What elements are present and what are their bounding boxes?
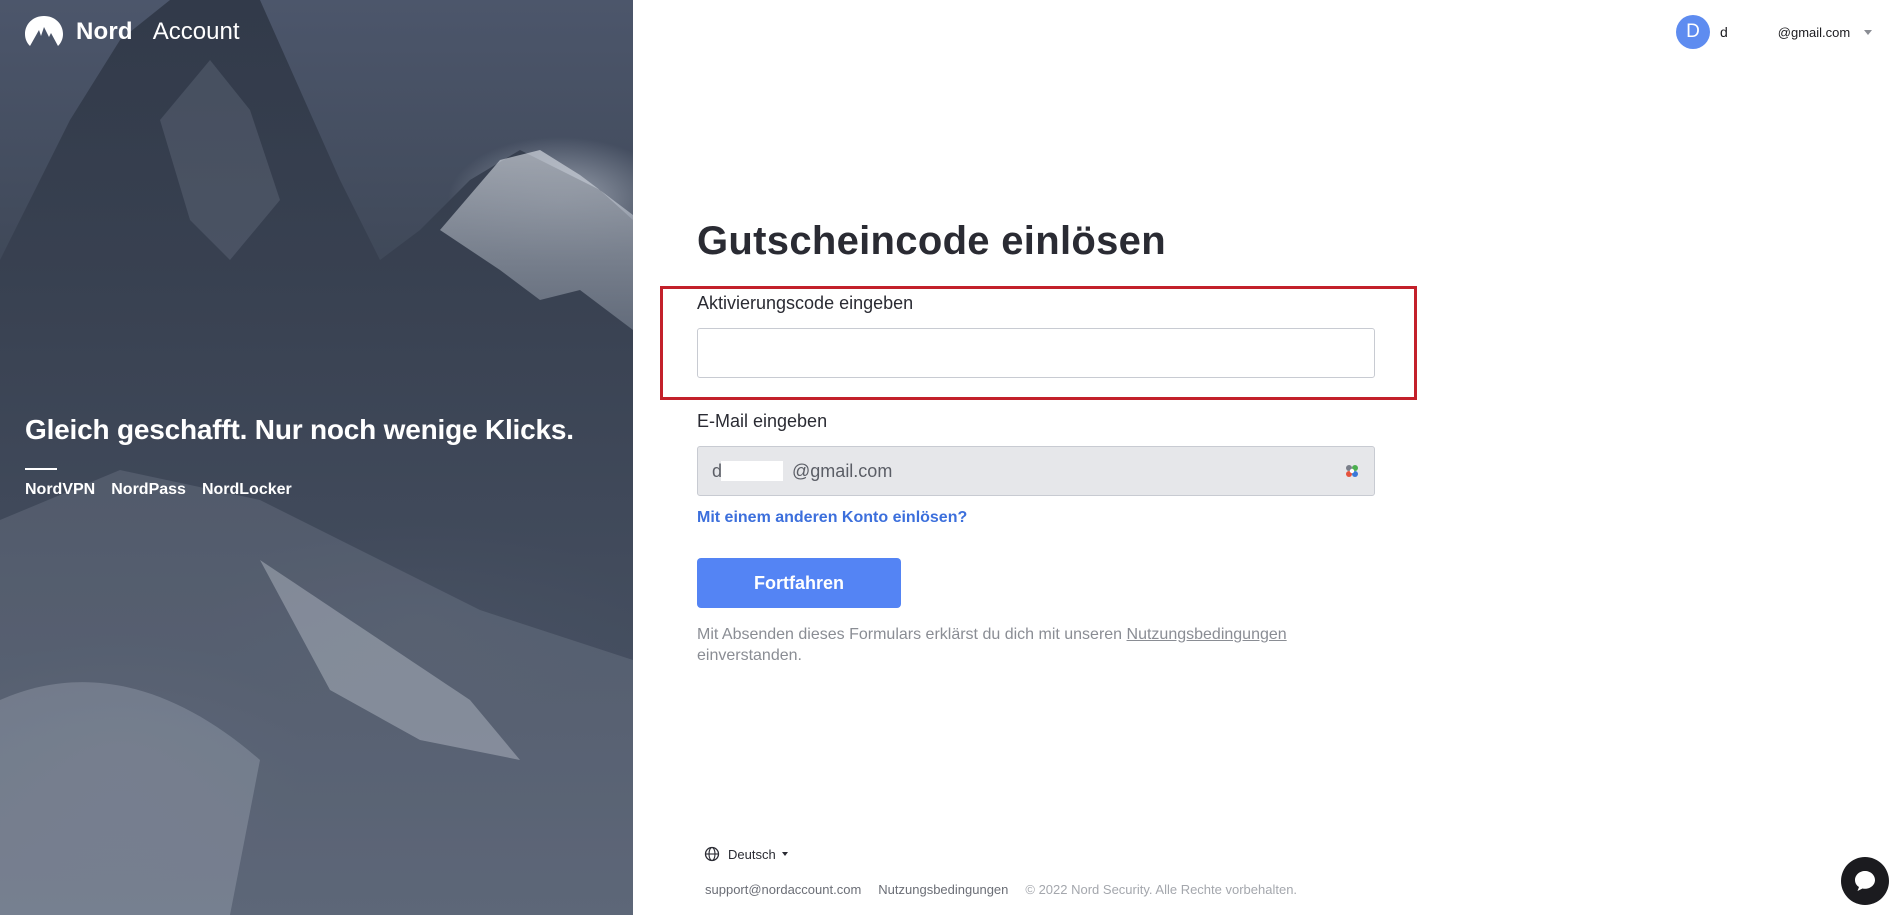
brand-name: Nord — [76, 18, 133, 45]
email-redaction — [721, 461, 783, 481]
user-email: @gmail.com — [1777, 24, 1851, 40]
email-field[interactable] — [697, 446, 1375, 496]
avatar: D — [1676, 15, 1710, 49]
mountain-background-image — [0, 0, 633, 915]
email-field-wrapper — [697, 446, 1375, 496]
alternate-account-link[interactable]: Mit einem anderen Konto einlösen? — [697, 509, 967, 527]
language-label: Deutsch — [728, 846, 776, 862]
activation-code-label: Aktivierungscode eingeben — [697, 293, 914, 313]
nord-mountain-logo-icon — [25, 16, 63, 46]
user-name: d — [1720, 24, 1728, 40]
chat-bubble-icon — [1855, 871, 1875, 891]
terms-notice: Mit Absenden dieses Formulars erklärst d… — [697, 624, 1317, 666]
terms-prefix: Mit Absenden dieses Formulars erklärst d… — [697, 626, 1123, 643]
brand-product: Account — [152, 18, 240, 45]
brand-logo[interactable]: Nord Account — [24, 15, 240, 49]
hero-tagline: Gleich geschafft. Nur noch wenige Klicks… — [25, 414, 574, 445]
chat-button[interactable] — [1841, 857, 1889, 905]
copyright: © 2022 Nord Security. Alle Rechte vorbeh… — [1025, 882, 1298, 897]
footer-terms-link[interactable]: Nutzungsbedingungen — [878, 882, 1008, 897]
email-label: E-Mail eingeben — [697, 411, 828, 431]
terms-suffix: einverstanden. — [697, 647, 802, 664]
language-selector[interactable]: Deutsch — [704, 846, 788, 862]
footer-links: support@nordaccount.com Nutzungsbedingun… — [705, 882, 1297, 897]
product-link-nordlocker[interactable]: NordLocker — [202, 481, 292, 499]
hero-divider — [25, 468, 57, 470]
user-menu[interactable]: D d @gmail.com — [1676, 15, 1873, 49]
terms-link[interactable]: Nutzungsbedingungen — [1127, 626, 1287, 643]
activation-code-input[interactable] — [697, 328, 1375, 378]
product-link-nordvpn[interactable]: NordVPN — [25, 481, 95, 499]
product-link-nordpass[interactable]: NordPass — [111, 481, 186, 499]
continue-button[interactable]: Fortfahren — [697, 558, 901, 608]
product-links: NordVPN NordPass NordLocker — [25, 481, 292, 499]
hero-panel: Nord Account Gleich geschafft. Nur noch … — [0, 0, 633, 915]
password-manager-icon[interactable] — [1343, 462, 1361, 480]
support-email-link[interactable]: support@nordaccount.com — [705, 882, 861, 897]
globe-icon — [704, 846, 720, 862]
chevron-down-icon — [1864, 29, 1873, 35]
caret-down-icon — [781, 852, 788, 856]
page-title: Gutscheincode einlösen — [697, 219, 1166, 263]
